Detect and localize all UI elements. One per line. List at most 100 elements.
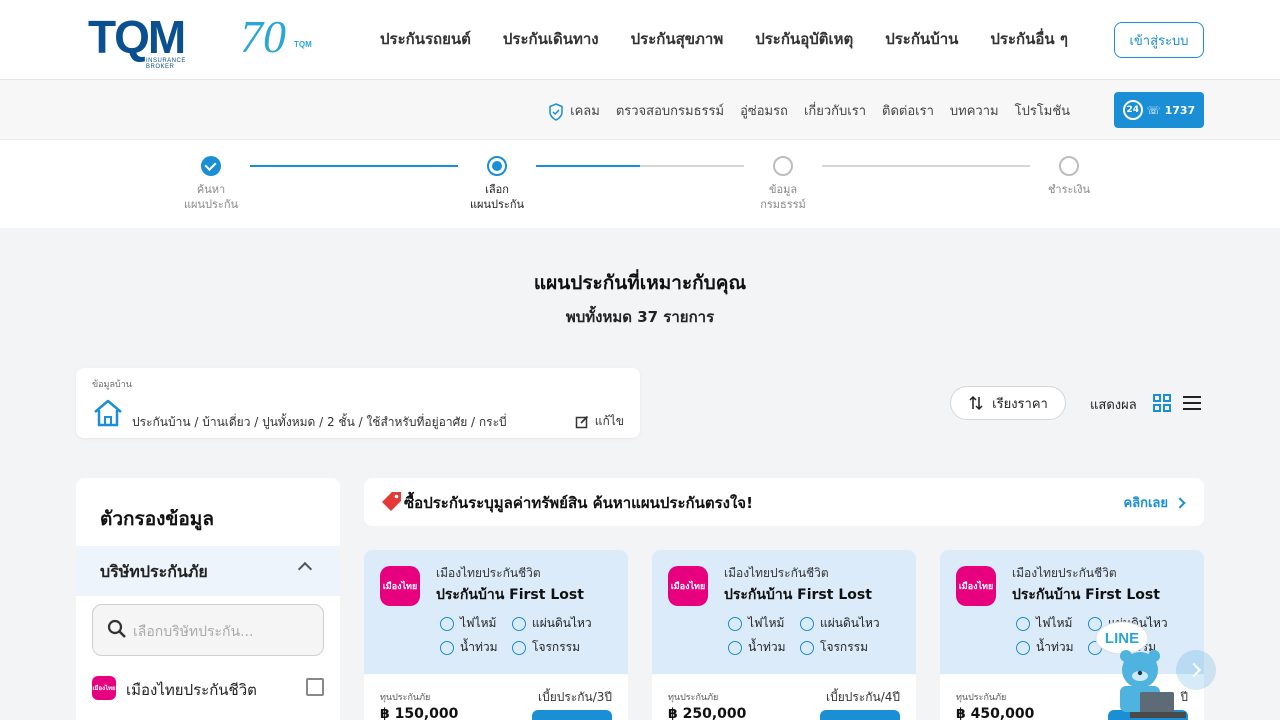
step-policy-info: ข้อมูล กรมธรรม์ [743, 156, 823, 212]
grid-view-icon[interactable] [1152, 393, 1172, 413]
step-search: ค้นหา แผนประกัน [171, 156, 251, 212]
sort-icon [969, 395, 983, 411]
nav-accident-insurance[interactable]: ประกันอุบัติเหตุ [755, 27, 853, 51]
coverage-earthquake: แผ่นดินไหว [800, 614, 880, 633]
progress-stepper: ค้นหา แผนประกัน เลือก แผนประกัน ข้อมูล ก… [0, 140, 1280, 228]
plan-name: ประกันบ้าน First Lost [1012, 587, 1160, 603]
result-count: พบทั้งหมด 37 รายการ [565, 308, 715, 326]
step-todo-icon [773, 156, 793, 176]
step-policy-label-1: ข้อมูล [768, 183, 798, 196]
subnav-garage[interactable]: อู่ซ่อมรถ [740, 100, 788, 121]
subnav-policy-check[interactable]: ตรวจสอบกรมธรรม์ [616, 100, 724, 121]
sum-insured-label: ทุนประกันภัย [668, 693, 719, 703]
line-chat-widget[interactable]: LINE [1090, 618, 1190, 720]
plan-card[interactable]: เมืองไทย เมืองไทยประกันชีวิต ประกันบ้าน … [652, 550, 916, 720]
filter-item-label: เมืองไทยประกันชีวิต [126, 681, 257, 699]
logo-wordmark: TQM [88, 11, 186, 63]
fire-icon [440, 616, 454, 631]
step-select: เลือก แผนประกัน [457, 156, 537, 212]
hotline-hours: 24 [1122, 100, 1143, 120]
plan-company: เมืองไทยประกันชีวิต [724, 566, 829, 580]
nav-health-insurance[interactable]: ประกันสุขภาพ [631, 27, 724, 51]
coverage-theft: โจรกรรม [512, 638, 580, 657]
list-view-icon[interactable] [1182, 395, 1202, 411]
fire-icon [728, 616, 742, 631]
insurer-search-input[interactable]: เลือกบริษัทประกัน... [92, 604, 324, 656]
nav-home-insurance[interactable]: ประกันบ้าน [885, 27, 958, 51]
step-policy-label-2: กรมธรรม์ [760, 198, 806, 211]
coverage-label: แผ่นดินไหว [532, 616, 592, 630]
plan-company: เมืองไทยประกันชีวิต [1012, 566, 1117, 580]
theft-icon [512, 640, 526, 655]
sum-insured-label: ทุนประกันภัย [380, 693, 431, 703]
phone-icon: ☏ [1146, 103, 1161, 117]
coverage-label: โจรกรรม [820, 640, 868, 654]
subnav-about[interactable]: เกี่ยวกับเรา [804, 100, 866, 121]
fire-icon [1016, 616, 1030, 631]
step-search-label-1: ค้นหา [196, 183, 226, 196]
promo-text: ซื้อประกันระบุมูลค่าทรัพย์สิน ค้นหาแผนปร… [404, 494, 753, 512]
flood-icon [440, 640, 454, 655]
filter-panel: ตัวกรองข้อมูล บริษัทประกันภัย เลือกบริษั… [76, 478, 340, 720]
search-icon [107, 619, 126, 638]
subnav-claim[interactable]: เคลม [548, 100, 600, 121]
sum-insured-label: ทุนประกันภัย [956, 693, 1007, 703]
coverage-label: น้ำท่วม [1036, 640, 1074, 654]
sort-price-button[interactable]: เรียงราคา [950, 386, 1066, 420]
muangthai-logo: เมืองไทย [92, 676, 116, 700]
buy-button[interactable] [532, 710, 612, 720]
filter-item-muangthai[interactable]: เมืองไทย เมืองไทยประกันชีวิต [92, 674, 324, 702]
edit-label: แก้ไข [594, 414, 624, 428]
buy-button[interactable] [820, 710, 900, 720]
sum-insured-value: ฿ 250,000 [668, 706, 747, 720]
home-info-box: ข้อมูลบ้าน ประกันบ้าน / บ้านเดี่ยว / ปูน… [76, 368, 640, 438]
chevron-right-icon [1174, 496, 1186, 509]
subnav-claim-label: เคลม [570, 104, 600, 119]
nav-other-insurance[interactable]: ประกันอื่น ๆ [990, 27, 1068, 51]
anniversary-brand: TQM [294, 40, 312, 49]
sub-header: เคลม ตรวจสอบกรมธรรม์ อู่ซ่อมรถ เกี่ยวกับ… [0, 80, 1280, 140]
step-select-label-2: แผนประกัน [469, 198, 525, 211]
home-info-detail: ประกันบ้าน / บ้านเดี่ยว / ปูนทั้งหมด / 2… [132, 415, 507, 429]
subnav-articles[interactable]: บทความ [950, 100, 999, 121]
filter-checkbox[interactable] [306, 678, 324, 696]
step-payment: ชำระเงิน [1029, 156, 1109, 197]
stepper-line-3 [822, 165, 1030, 167]
subnav-contact[interactable]: ติดต่อเรา [882, 100, 934, 121]
chevron-up-icon [297, 561, 313, 577]
tqm-logo[interactable]: TQM INSURANCE BROKER [88, 11, 216, 70]
page-title: แผนประกันที่เหมาะกับคุณ [533, 272, 747, 294]
muangthai-logo: เมืองไทย [956, 566, 996, 606]
sort-label: เรียงราคา [992, 396, 1048, 412]
login-button[interactable]: เข้าสู่ระบบ [1114, 22, 1204, 58]
nav-travel-insurance[interactable]: ประกันเดินทาง [503, 27, 599, 51]
hotline-button[interactable]: 24 ☏ 1737 [1114, 92, 1204, 128]
premium-label: เบี้ยประกัน/3ปี [537, 690, 612, 704]
coverage-flood: น้ำท่วม [728, 638, 786, 657]
step-search-label-2: แผนประกัน [183, 198, 239, 211]
home-info-caption: ข้อมูลบ้าน [92, 380, 132, 390]
promo-link-label: คลิกเลย [1123, 496, 1168, 511]
coverage-fire: ไฟไหม้ [728, 614, 784, 633]
coverage-flood: น้ำท่วม [1016, 638, 1074, 657]
coverage-flood: น้ำท่วม [440, 638, 498, 657]
plan-card[interactable]: เมืองไทย เมืองไทยประกันชีวิต ประกันบ้าน … [364, 550, 628, 720]
step-done-icon [201, 156, 221, 176]
filter-title: ตัวกรองข้อมูล [100, 508, 214, 530]
promo-banner[interactable]: ซื้อประกันระบุมูลค่าทรัพย์สิน ค้นหาแผนปร… [364, 478, 1204, 526]
anniversary-logo: 70 TQM [240, 14, 318, 64]
flood-icon [728, 640, 742, 655]
premium-label: เบี้ยประกัน/4ปี [825, 690, 900, 704]
filter-section-insurer[interactable]: บริษัทประกันภัย [76, 546, 340, 596]
earthquake-icon [512, 616, 526, 631]
plan-name: ประกันบ้าน First Lost [436, 587, 584, 603]
nav-car-insurance[interactable]: ประกันรถยนต์ [380, 27, 471, 51]
step-select-label-1: เลือก [485, 183, 509, 196]
subnav-promotions[interactable]: โปรโมชัน [1015, 100, 1070, 121]
earthquake-icon [800, 616, 814, 631]
flood-icon [1016, 640, 1030, 655]
promo-link[interactable]: คลิกเลย [1123, 492, 1186, 513]
edit-button[interactable]: แก้ไข [575, 412, 624, 431]
coverage-theft: โจรกรรม [800, 638, 868, 657]
shield-icon [549, 102, 563, 121]
